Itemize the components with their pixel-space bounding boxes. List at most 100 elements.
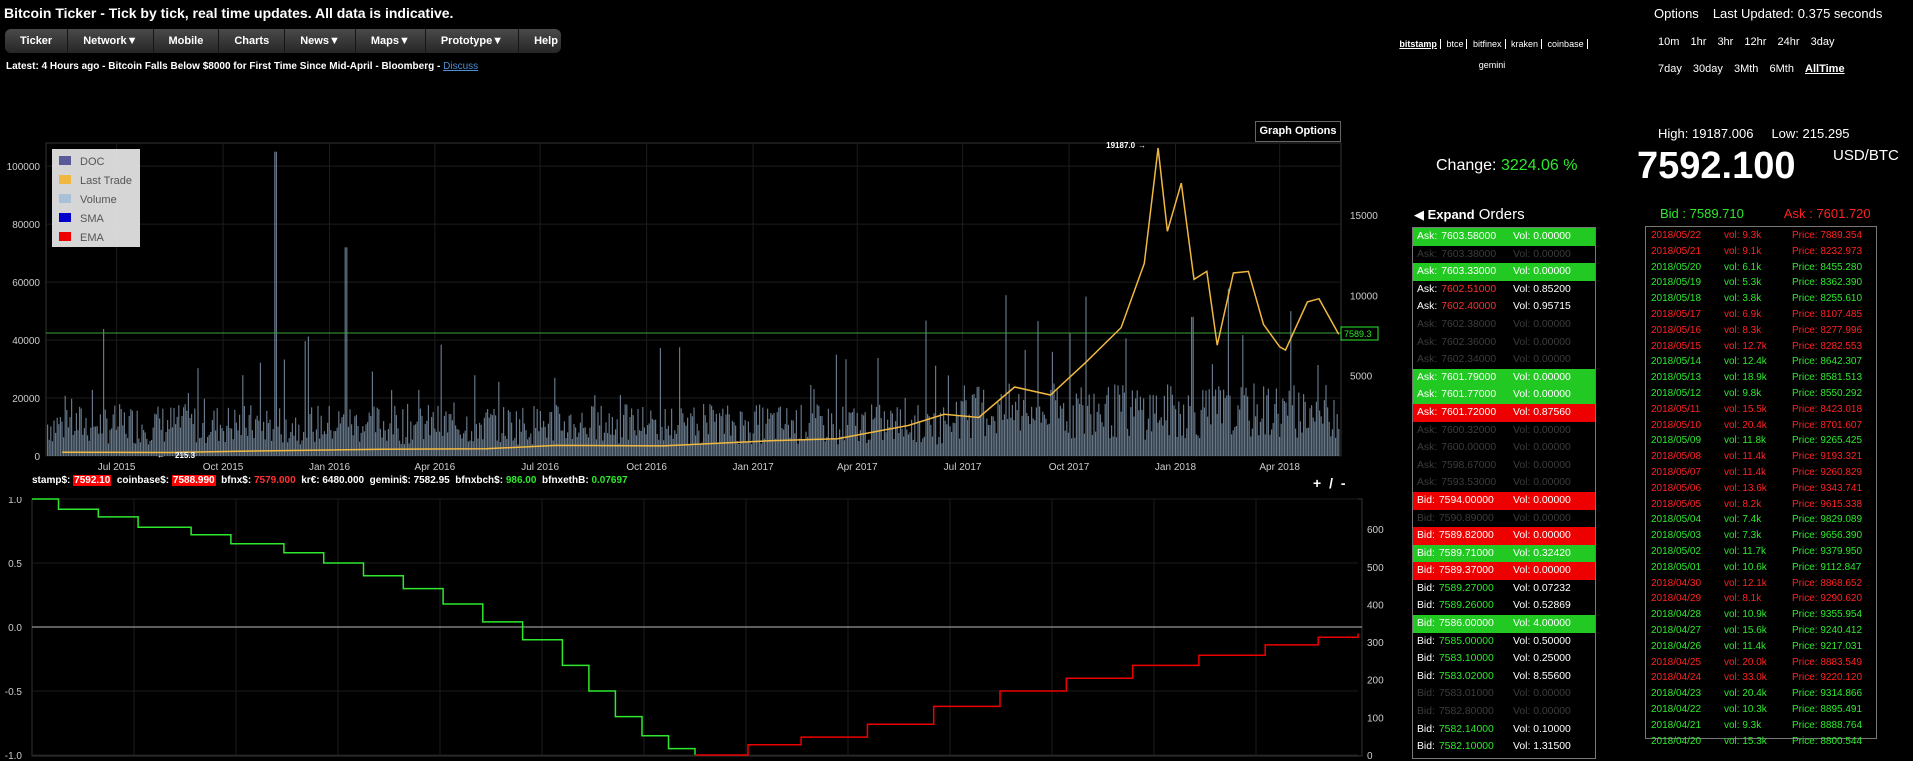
volume-bar: [498, 381, 500, 456]
exchange-btce[interactable]: btce: [1443, 39, 1468, 49]
tf-24hr[interactable]: 24hr: [1778, 36, 1800, 48]
volume-bar: [1101, 422, 1103, 456]
x-tick-label: Jul 2017: [944, 462, 982, 473]
tf-10m[interactable]: 10m: [1658, 36, 1679, 48]
order-vol-value: 4.00000: [1533, 618, 1571, 630]
tf-7day[interactable]: 7day: [1658, 63, 1682, 75]
menu-help[interactable]: Help: [519, 29, 573, 53]
options-button[interactable]: Options: [1654, 6, 1699, 21]
order-price: Bid: 7583.02000: [1417, 668, 1494, 686]
volume-bar: [679, 347, 681, 456]
volume-bar: [565, 438, 567, 456]
volume-bar: [517, 444, 519, 456]
order-row: Ask: 7602.34000 Vol: 0.00000: [1413, 351, 1595, 369]
volume-bar: [136, 410, 138, 456]
tf-3hr[interactable]: 3hr: [1717, 36, 1733, 48]
volume-bar: [499, 442, 501, 456]
history-volume: vol: 7.4k: [1724, 514, 1762, 526]
history-volume: vol: 8.2k: [1724, 498, 1762, 510]
volume-bar: [443, 415, 445, 456]
volume-bar: [509, 411, 511, 456]
volume-bar: [203, 398, 205, 456]
menu-mobile[interactable]: Mobile: [154, 29, 220, 53]
history-date: 2018/05/16: [1651, 324, 1702, 336]
high-label: High:: [1658, 126, 1689, 141]
order-side: Bid:: [1417, 670, 1435, 682]
order-price-value: 7602.34000: [1441, 354, 1497, 366]
order-volume: Vol: 0.00000: [1513, 228, 1571, 246]
volume-bar: [651, 418, 653, 456]
volume-bar: [914, 415, 916, 456]
volume-bar: [1141, 409, 1143, 456]
gemini-value: 7582.95: [413, 475, 450, 486]
order-vol-label: Vol:: [1513, 741, 1534, 753]
volume-bar: [819, 415, 821, 456]
order-side: Ask:: [1417, 248, 1438, 260]
history-row: 2018/04/26 vol: 11.4k Price: 9217.031: [1646, 639, 1876, 655]
volume-bar: [656, 433, 658, 456]
order-row: Bid: 7582.10000 Vol: 1.31500: [1413, 738, 1595, 756]
exchange-gemini[interactable]: gemini: [1476, 60, 1509, 70]
menu-news[interactable]: News▼: [285, 29, 356, 53]
menu-prototype[interactable]: Prototype▼: [426, 29, 520, 53]
exchange-bitfinex[interactable]: bitfinex: [1469, 39, 1506, 49]
exchange-kraken[interactable]: kraken: [1508, 39, 1543, 49]
order-side: Bid:: [1417, 582, 1435, 594]
exchange-bitstamp[interactable]: bitstamp: [1396, 39, 1441, 49]
volume-bar: [736, 440, 738, 456]
zoom-plus-minus[interactable]: + / -: [1313, 475, 1348, 491]
order-volume: Vol: 0.00000: [1513, 369, 1571, 387]
volume-bar: [706, 422, 708, 456]
volume-bar: [200, 437, 202, 456]
menu-ticker[interactable]: Ticker: [5, 29, 69, 53]
volume-bar: [872, 419, 874, 456]
volume-bar: [949, 426, 951, 456]
volume-bar: [664, 409, 666, 456]
order-vol-value: 0.00000: [1533, 424, 1571, 436]
tf-3day[interactable]: 3day: [1811, 36, 1835, 48]
stamp-label: stamp$:: [32, 475, 71, 486]
menu-charts[interactable]: Charts: [219, 29, 286, 53]
order-vol-label: Vol:: [1513, 688, 1534, 700]
volume-bar: [261, 430, 263, 456]
volume-bar: [544, 426, 546, 456]
order-price-value: 7602.51000: [1441, 283, 1497, 295]
tf-1hr[interactable]: 1hr: [1690, 36, 1706, 48]
exchange-coinbase[interactable]: coinbase: [1544, 39, 1588, 49]
volume-bar: [1243, 395, 1245, 456]
legend-last-trade[interactable]: Last Trade: [80, 175, 132, 187]
discuss-link[interactable]: Discuss: [443, 61, 478, 72]
volume-bar: [709, 404, 711, 456]
tf-6mth[interactable]: 6Mth: [1770, 63, 1794, 75]
volume-bar: [306, 437, 308, 456]
volume-bar: [607, 433, 609, 456]
volume-bar: [247, 435, 249, 456]
history-date: 2018/04/26: [1651, 640, 1702, 652]
tf-3mth[interactable]: 3Mth: [1734, 63, 1758, 75]
expand-orders-button[interactable]: ◀ Expand: [1414, 207, 1475, 222]
volume-bar: [464, 430, 466, 456]
tf-12hr[interactable]: 12hr: [1744, 36, 1766, 48]
volume-bar: [717, 443, 719, 456]
volume-bar: [477, 438, 479, 456]
volume-bar: [91, 389, 93, 456]
tf-alltime[interactable]: AllTime: [1805, 63, 1845, 75]
menu-maps[interactable]: Maps▼: [356, 29, 426, 53]
graph-options-button[interactable]: Graph Options: [1255, 121, 1341, 142]
order-volume: Vol: 0.25000: [1513, 650, 1571, 668]
legend-doc[interactable]: DOC: [80, 156, 105, 168]
order-vol-value: 0.00000: [1533, 318, 1571, 330]
order-row: Ask: 7602.36000 Vol: 0.00000: [1413, 334, 1595, 352]
legend-ema[interactable]: EMA: [80, 232, 105, 244]
volume-bar: [619, 394, 621, 456]
menu-network[interactable]: Network▼: [68, 29, 154, 53]
order-side: Ask:: [1417, 301, 1438, 313]
legend-volume[interactable]: Volume: [80, 194, 117, 206]
order-side: Bid:: [1417, 530, 1435, 542]
volume-bar: [403, 444, 405, 456]
legend-sma[interactable]: SMA: [80, 213, 105, 225]
volume-bar: [741, 411, 743, 456]
volume-bar: [288, 438, 290, 456]
volume-bar: [752, 433, 754, 456]
tf-30day[interactable]: 30day: [1693, 63, 1723, 75]
